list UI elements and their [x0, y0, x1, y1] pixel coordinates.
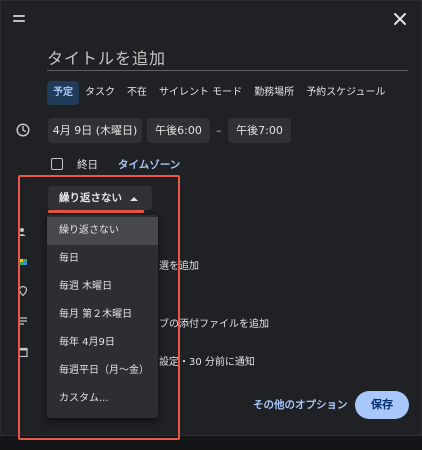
tab-appointment-schedule[interactable]: 予約スケジュール [300, 81, 391, 105]
drag-handle-icon[interactable] [13, 15, 25, 22]
clock-icon [16, 123, 30, 137]
time-separator: – [216, 124, 222, 137]
event-type-tabs: 予定 タスク 不在 サイレント モード 勤務場所 予約スケジュール [47, 81, 392, 105]
tab-working-location[interactable]: 勤務場所 [248, 81, 300, 105]
close-icon [394, 13, 406, 25]
tab-out-of-office[interactable]: 不在 [121, 81, 153, 105]
close-button[interactable] [390, 9, 410, 29]
all-day-label: 終日 [77, 159, 98, 171]
all-day-checkbox[interactable] [51, 158, 63, 170]
timezone-link[interactable]: タイムゾーン [118, 157, 180, 172]
date-chip[interactable]: 4月 9日 (木曜日) [48, 118, 142, 143]
start-time-chip[interactable]: 午後6:00 [147, 118, 210, 143]
save-button[interactable]: 保存 [355, 391, 409, 419]
tab-event[interactable]: 予定 [47, 81, 79, 105]
annotation-highlight-box [18, 175, 180, 440]
more-options-button[interactable]: その他のオプション [253, 397, 348, 412]
tab-task[interactable]: タスク [79, 81, 121, 105]
title-input[interactable]: タイトルを追加 [47, 43, 408, 71]
end-time-chip[interactable]: 午後7:00 [228, 118, 291, 143]
tab-focus-time[interactable]: サイレント モード [153, 81, 248, 105]
